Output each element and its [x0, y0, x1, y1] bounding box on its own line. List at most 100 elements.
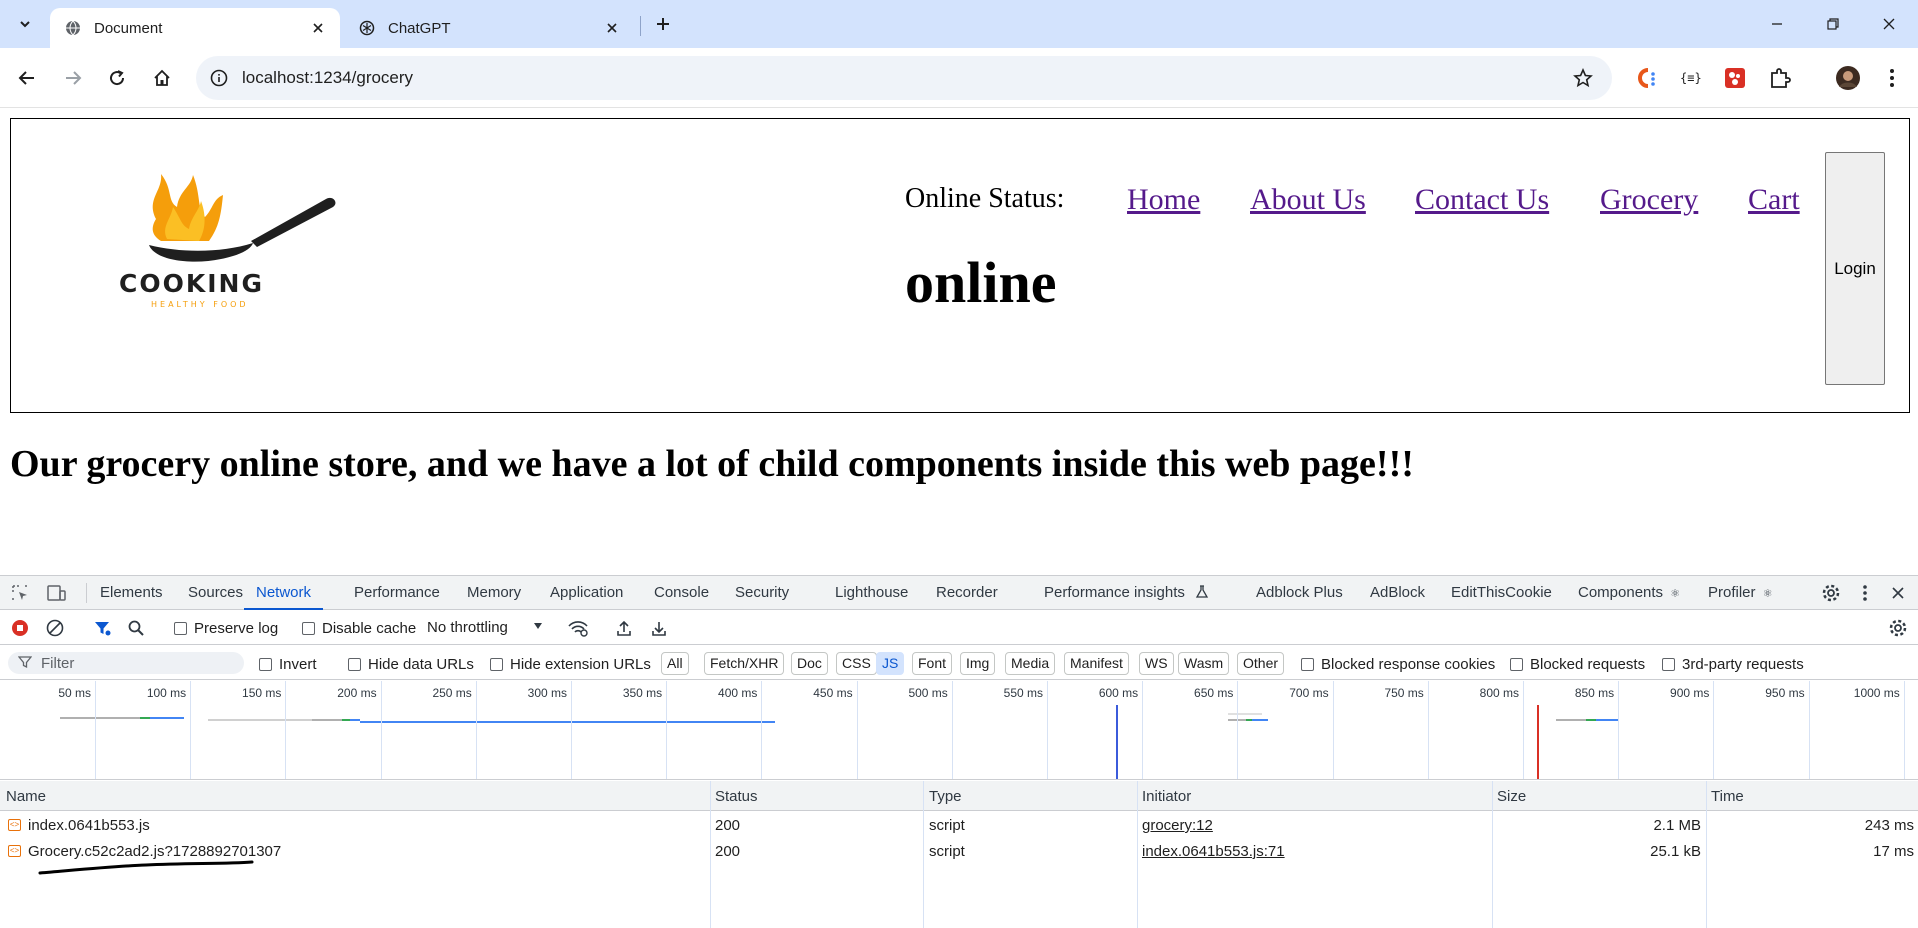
nav-link-home[interactable]: Home	[1127, 183, 1200, 217]
tab-chatgpt[interactable]: ChatGPT	[344, 8, 634, 48]
clear-icon[interactable]	[43, 616, 67, 640]
type-filter-fetch-xhr[interactable]: Fetch/XHR	[704, 652, 785, 675]
type-filter-img[interactable]: Img	[960, 652, 996, 675]
request-name[interactable]: index.0641b553.js	[28, 817, 150, 834]
column-header-name[interactable]: Name	[6, 788, 46, 805]
devtools-tab-memory[interactable]: Memory	[467, 576, 521, 610]
table-row[interactable]: <> Grocery.c52c2ad2.js?1728892701307 200…	[0, 838, 1918, 864]
devtools-tab-elements[interactable]: Elements	[100, 576, 163, 610]
type-filter-manifest[interactable]: Manifest	[1064, 652, 1129, 675]
devtools-tab-performance-insights[interactable]: Performance insights	[1044, 576, 1209, 610]
devtools-tab-network[interactable]: Network	[244, 576, 324, 610]
filter-input[interactable]: Filter	[8, 652, 244, 674]
record-stop-icon[interactable]	[8, 616, 32, 640]
devtools-tab-application[interactable]: Application	[550, 576, 623, 610]
type-filter-ws[interactable]: WS	[1139, 652, 1174, 675]
hide-extension-urls-checkbox[interactable]: Hide extension URLs	[490, 656, 651, 673]
checkbox[interactable]	[1301, 658, 1314, 671]
devtools-tab-sources[interactable]: Sources	[188, 576, 243, 610]
extension-c-icon[interactable]	[1632, 63, 1660, 93]
network-settings-gear-icon[interactable]	[1886, 616, 1910, 640]
type-filter-wasm[interactable]: Wasm	[1178, 652, 1230, 675]
checkbox[interactable]	[348, 658, 361, 671]
type-filter-doc[interactable]: Doc	[791, 652, 828, 675]
search-icon[interactable]	[124, 616, 148, 640]
column-header-type[interactable]: Type	[929, 788, 962, 805]
checkbox[interactable]	[259, 658, 272, 671]
devtools-tab-lighthouse[interactable]: Lighthouse	[835, 576, 908, 610]
third-party-requests-checkbox[interactable]: 3rd-party requests	[1662, 656, 1804, 673]
bookmark-star-icon[interactable]	[1572, 67, 1594, 89]
new-tab-button[interactable]	[650, 11, 676, 37]
tab-document[interactable]: Document	[50, 8, 340, 48]
network-conditions-icon[interactable]	[566, 616, 590, 640]
url-text[interactable]: localhost:1234/grocery	[242, 68, 413, 88]
hide-data-urls-checkbox[interactable]: Hide data URLs	[348, 656, 474, 673]
devtools-tab-profiler[interactable]: Profiler ⚛	[1708, 576, 1773, 610]
column-header-initiator[interactable]: Initiator	[1142, 788, 1191, 805]
login-button[interactable]: Login	[1825, 152, 1885, 385]
close-icon[interactable]	[308, 18, 328, 38]
minimize-button[interactable]	[1762, 10, 1792, 38]
close-devtools-icon[interactable]	[1886, 581, 1910, 605]
back-button[interactable]	[12, 63, 42, 93]
table-row[interactable]: <> index.0641b553.js 200 script grocery:…	[0, 812, 1918, 838]
checkbox[interactable]	[490, 658, 503, 671]
devtools-tab-console[interactable]: Console	[654, 576, 709, 610]
import-har-icon[interactable]	[612, 616, 636, 640]
invert-checkbox[interactable]: Invert	[259, 656, 317, 673]
filter-funnel-icon[interactable]	[90, 616, 114, 640]
export-har-icon[interactable]	[647, 616, 671, 640]
forward-button[interactable]	[58, 63, 88, 93]
nav-link-contact-us[interactable]: Contact Us	[1415, 183, 1549, 217]
close-icon[interactable]	[602, 18, 622, 38]
device-toolbar-icon[interactable]	[44, 581, 68, 605]
devtools-tab-editthiscookie[interactable]: EditThisCookie	[1451, 576, 1552, 610]
devtools-tab-security[interactable]: Security	[735, 576, 789, 610]
restore-button[interactable]	[1818, 10, 1848, 38]
address-bar[interactable]: localhost:1234/grocery	[196, 56, 1612, 100]
settings-gear-icon[interactable]	[1819, 581, 1843, 605]
home-button[interactable]	[147, 63, 177, 93]
devtools-tab-adblock[interactable]: AdBlock	[1370, 576, 1425, 610]
devtools-tab-adblock-plus[interactable]: Adblock Plus	[1256, 576, 1343, 610]
menu-dots-icon[interactable]	[1878, 63, 1906, 93]
throttling-select[interactable]: No throttling	[427, 619, 508, 636]
more-options-icon[interactable]	[1853, 581, 1877, 605]
cookie-extension-icon[interactable]	[1721, 63, 1749, 93]
nav-link-about-us[interactable]: About Us	[1250, 183, 1366, 217]
preserve-log-checkbox[interactable]: Preserve log	[174, 620, 278, 637]
puzzle-extensions-icon[interactable]	[1766, 63, 1794, 93]
type-filter-media[interactable]: Media	[1005, 652, 1056, 675]
type-filter-css[interactable]: CSS	[836, 652, 877, 675]
network-overview-timeline[interactable]: 50 ms 100 ms 150 ms 200 ms 250 ms 300 ms 350 m…	[0, 681, 1918, 780]
checkbox[interactable]	[1662, 658, 1675, 671]
type-filter-font[interactable]: Font	[912, 652, 953, 675]
column-header-status[interactable]: Status	[715, 788, 758, 805]
close-window-button[interactable]	[1874, 10, 1904, 38]
inspect-element-icon[interactable]	[8, 581, 32, 605]
type-filter-js[interactable]: JS	[876, 652, 905, 675]
checkbox[interactable]	[1510, 658, 1523, 671]
tab-search-button[interactable]	[10, 10, 40, 38]
nav-link-cart[interactable]: Cart	[1748, 183, 1800, 217]
devtools-tab-performance[interactable]: Performance	[354, 576, 440, 610]
request-initiator-link[interactable]: grocery:12	[1142, 817, 1213, 834]
request-initiator-link[interactable]: index.0641b553.js:71	[1142, 843, 1285, 860]
devtools-tab-components[interactable]: Components ⚛	[1578, 576, 1680, 610]
site-info-icon[interactable]	[208, 67, 230, 89]
disable-cache-checkbox[interactable]: Disable cache	[302, 620, 416, 637]
caret-down-icon[interactable]	[532, 620, 544, 632]
column-header-time[interactable]: Time	[1711, 788, 1744, 805]
type-filter-other[interactable]: Other	[1237, 652, 1285, 675]
json-formatter-icon[interactable]: {≡}	[1676, 63, 1704, 93]
blocked-requests-checkbox[interactable]: Blocked requests	[1510, 656, 1645, 673]
checkbox[interactable]	[302, 622, 315, 635]
nav-link-grocery[interactable]: Grocery	[1600, 183, 1698, 217]
checkbox[interactable]	[174, 622, 187, 635]
devtools-tab-recorder[interactable]: Recorder	[936, 576, 998, 610]
blocked-response-cookies-checkbox[interactable]: Blocked response cookies	[1301, 656, 1495, 673]
type-filter-all[interactable]: All	[661, 652, 689, 675]
reload-button[interactable]	[102, 63, 132, 93]
profile-avatar[interactable]	[1834, 63, 1862, 93]
